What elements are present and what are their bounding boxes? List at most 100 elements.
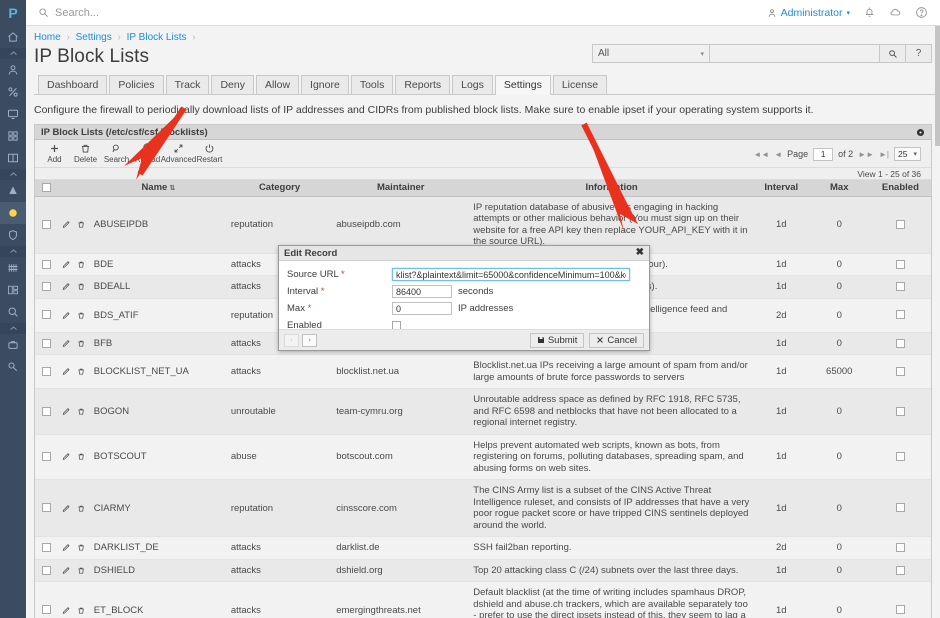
row-checkbox[interactable] — [42, 565, 52, 575]
enabled-row-checkbox[interactable] — [895, 605, 905, 615]
row-checkbox[interactable] — [42, 406, 52, 416]
rail-section-collapse-4[interactable] — [0, 323, 26, 334]
next-page-icon[interactable]: ►► — [858, 150, 874, 159]
breadcrumb-home[interactable]: Home — [34, 32, 61, 43]
dialog-close-icon[interactable]: ✖ — [636, 248, 644, 258]
row-checkbox[interactable] — [42, 259, 52, 269]
enabled-row-checkbox[interactable] — [895, 259, 905, 269]
column-header-max[interactable]: Max — [808, 180, 870, 197]
enabled-row-checkbox[interactable] — [895, 452, 905, 462]
row-select-cell[interactable] — [35, 298, 59, 333]
rail-item-apps[interactable] — [0, 125, 26, 147]
cancel-button[interactable]: Cancel — [589, 332, 644, 348]
rail-item-book[interactable] — [0, 147, 26, 169]
cell-enabled[interactable] — [869, 275, 931, 299]
edit-icon[interactable] — [62, 367, 70, 376]
enabled-row-checkbox[interactable] — [895, 543, 905, 553]
breadcrumb-current[interactable]: IP Block Lists — [127, 32, 187, 43]
source-url-input[interactable] — [392, 268, 630, 281]
search-help-button[interactable]: ? — [906, 44, 932, 63]
delete-icon[interactable] — [77, 407, 85, 416]
tab-tools[interactable]: Tools — [350, 75, 394, 94]
edit-icon[interactable] — [62, 311, 70, 320]
edit-icon[interactable] — [62, 282, 70, 291]
bell-icon[interactable] — [863, 6, 876, 19]
row-checkbox[interactable] — [42, 338, 52, 348]
tab-ignore[interactable]: Ignore — [301, 75, 349, 94]
edit-icon[interactable] — [62, 260, 70, 269]
help-icon[interactable] — [915, 6, 928, 19]
first-page-icon[interactable]: ◄◄ — [753, 150, 769, 159]
table-row[interactable]: BOGON unroutable team-cymru.org Unroutable … — [35, 388, 931, 435]
select-all-checkbox[interactable] — [42, 183, 52, 193]
page-size-select[interactable]: 25 ▾ — [894, 147, 921, 161]
panel-close-icon[interactable] — [916, 128, 925, 137]
table-row[interactable]: CIARMY reputation cinsscore.com The CINS Ar… — [35, 479, 931, 537]
table-row[interactable]: ET_BLOCK attacks emergingthreats.net Defaul… — [35, 581, 931, 618]
column-header-information[interactable]: Information — [469, 180, 754, 197]
rail-item-percent[interactable] — [0, 81, 26, 103]
rail-item-home[interactable] — [0, 26, 26, 48]
delete-icon[interactable] — [77, 543, 85, 552]
cell-enabled[interactable] — [869, 479, 931, 537]
cell-enabled[interactable] — [869, 388, 931, 435]
enabled-row-checkbox[interactable] — [895, 406, 905, 416]
rail-item-users[interactable] — [0, 59, 26, 81]
rail-item-layout[interactable] — [0, 279, 26, 301]
search-button[interactable]: Search — [101, 143, 132, 164]
cloud-icon[interactable] — [889, 6, 902, 19]
edit-icon[interactable] — [62, 452, 70, 461]
search-scope-select[interactable]: All ▾ — [592, 44, 710, 63]
tab-allow[interactable]: Allow — [255, 75, 300, 94]
advanced-button[interactable]: Advanced — [161, 143, 196, 164]
row-select-cell[interactable] — [35, 332, 59, 355]
table-row[interactable]: BOTSCOUT abuse botscout.com Helps prevent a… — [35, 434, 931, 480]
row-select-cell[interactable] — [35, 196, 59, 254]
cell-enabled[interactable] — [869, 298, 931, 333]
last-page-icon[interactable]: ►| — [879, 150, 889, 159]
rail-item-firewall[interactable] — [0, 202, 26, 224]
delete-button[interactable]: Delete — [70, 143, 101, 164]
dialog-next-record-button[interactable]: › — [302, 333, 317, 347]
column-header-name[interactable]: Name ⇅ — [89, 180, 227, 197]
restart-button[interactable]: Restart — [194, 143, 225, 164]
search-submit-button[interactable] — [880, 44, 906, 63]
row-select-cell[interactable] — [35, 559, 59, 582]
row-checkbox[interactable] — [42, 310, 52, 320]
row-select-cell[interactable] — [35, 479, 59, 537]
edit-icon[interactable] — [62, 220, 70, 229]
tab-license[interactable]: License — [552, 75, 608, 94]
rail-item-search-tool[interactable] — [0, 356, 26, 378]
row-checkbox[interactable] — [42, 503, 52, 513]
prev-page-icon[interactable]: ◄ — [774, 150, 782, 159]
cell-enabled[interactable] — [869, 196, 931, 254]
delete-icon[interactable] — [77, 504, 85, 513]
cell-enabled[interactable] — [869, 434, 931, 480]
enabled-row-checkbox[interactable] — [895, 503, 905, 513]
max-input[interactable] — [392, 302, 452, 315]
row-select-cell[interactable] — [35, 354, 59, 389]
table-row[interactable]: BLOCKLIST_NET_UA attacks blocklist.net.ua B… — [35, 354, 931, 389]
row-checkbox[interactable] — [42, 452, 52, 462]
cell-enabled[interactable] — [869, 253, 931, 276]
column-header-interval[interactable]: Interval — [753, 180, 809, 197]
cell-enabled[interactable] — [869, 536, 931, 560]
edit-icon[interactable] — [62, 566, 70, 575]
rail-section-collapse-1[interactable] — [0, 48, 26, 59]
tab-settings[interactable]: Settings — [494, 75, 551, 95]
tab-dashboard[interactable]: Dashboard — [38, 75, 108, 94]
enabled-row-checkbox[interactable] — [895, 310, 905, 320]
rail-item-shield[interactable] — [0, 224, 26, 246]
delete-icon[interactable] — [77, 282, 85, 291]
table-row[interactable]: DSHIELD attacks dshield.org Top 20 attackin… — [35, 559, 931, 582]
dialog-prev-record-button[interactable]: ‹ — [284, 333, 299, 347]
rail-item-backup[interactable] — [0, 334, 26, 356]
row-select-cell[interactable] — [35, 275, 59, 299]
rail-section-collapse-3[interactable] — [0, 246, 26, 257]
row-select-cell[interactable] — [35, 581, 59, 618]
edit-icon[interactable] — [62, 504, 70, 513]
tab-logs[interactable]: Logs — [452, 75, 493, 94]
delete-icon[interactable] — [77, 260, 85, 269]
column-header-category[interactable]: Category — [226, 180, 333, 197]
cell-enabled[interactable] — [869, 559, 931, 582]
